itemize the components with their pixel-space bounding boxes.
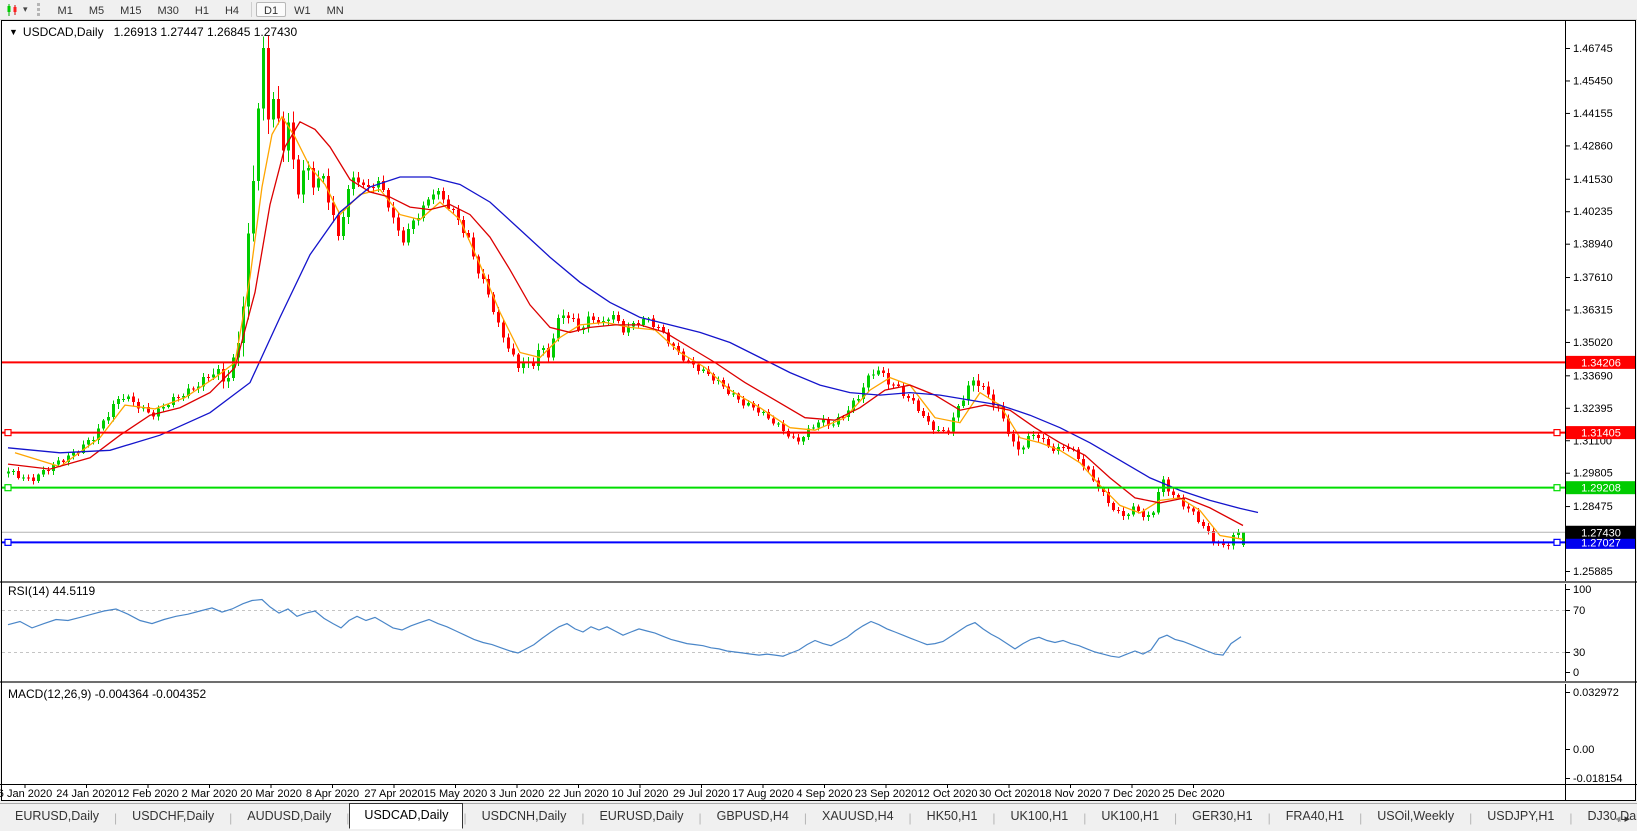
mt4-terminal-window: { "toolbar": { "chart_icon": "candlestic… — [0, 0, 1637, 831]
svg-text:100: 100 — [1573, 584, 1591, 596]
chart-tab-eurusd-daily[interactable]: EURUSD,Daily — [584, 805, 698, 829]
price-badge-1.31405: 1.31405 — [1566, 426, 1636, 440]
chart-tab-fra40-h1[interactable]: FRA40,H1 — [1271, 805, 1359, 829]
svg-text:1.33690: 1.33690 — [1573, 370, 1613, 382]
timeframe-button-mn[interactable]: MN — [319, 2, 352, 17]
chart-title-bar: ▼ USDCAD,Daily 1.26913 1.27447 1.26845 1.2… — [9, 25, 297, 39]
svg-text:1.29208: 1.29208 — [1581, 483, 1621, 495]
timeframe-button-m30[interactable]: M30 — [150, 2, 187, 17]
svg-text:30: 30 — [1573, 647, 1585, 659]
price-badge-1.27430: 1.27430 — [1566, 526, 1636, 540]
tab-scroll-right-icon[interactable]: ▸ — [1624, 813, 1634, 825]
svg-text:27 Apr 2020: 27 Apr 2020 — [364, 788, 423, 800]
svg-text:0.00: 0.00 — [1573, 744, 1594, 756]
svg-text:0: 0 — [1573, 667, 1579, 679]
svg-text:1.25885: 1.25885 — [1573, 566, 1613, 578]
timeframe-button-d1[interactable]: D1 — [256, 2, 286, 17]
svg-text:4 Sep 2020: 4 Sep 2020 — [796, 788, 852, 800]
tab-scroll-arrows[interactable]: ◂▸ — [1615, 812, 1634, 825]
chevron-down-icon: ▾ — [23, 4, 28, 15]
timeframe-button-m5[interactable]: M5 — [81, 2, 112, 17]
chart-tab-eurusd-daily[interactable]: EURUSD,Daily — [0, 805, 114, 829]
svg-text:1.27430: 1.27430 — [1581, 527, 1621, 539]
chart-tab-uk100-h1[interactable]: UK100,H1 — [996, 805, 1084, 829]
svg-text:70: 70 — [1573, 605, 1585, 617]
toolbar-separator — [251, 2, 252, 17]
chart-tab-xauusd-h4[interactable]: XAUUSD,H4 — [807, 805, 909, 829]
svg-text:24 Jan 2020: 24 Jan 2020 — [56, 788, 117, 800]
timeframe-button-h4[interactable]: H4 — [217, 2, 247, 17]
timeframe-button-m15[interactable]: M15 — [112, 2, 149, 17]
collapse-arrow-icon[interactable]: ▼ — [9, 27, 18, 37]
svg-text:7 Dec 2020: 7 Dec 2020 — [1104, 788, 1160, 800]
svg-text:29 Jul 2020: 29 Jul 2020 — [673, 788, 730, 800]
svg-text:8 Apr 2020: 8 Apr 2020 — [306, 788, 359, 800]
timeframe-button-w1[interactable]: W1 — [286, 2, 319, 17]
svg-text:18 Nov 2020: 18 Nov 2020 — [1039, 788, 1101, 800]
svg-text:30 Oct 2020: 30 Oct 2020 — [979, 788, 1039, 800]
timeframe-button-group: M1M5M15M30H1H4 D1W1MN — [50, 2, 352, 17]
svg-text:1.41530: 1.41530 — [1573, 174, 1613, 186]
svg-text:23 Sep 2020: 23 Sep 2020 — [855, 788, 917, 800]
svg-text:1.34206: 1.34206 — [1581, 357, 1621, 369]
chart-type-button[interactable]: ▾ — [2, 2, 31, 18]
chart-tab-usdjpy-h1[interactable]: USDJPY,H1 — [1472, 805, 1569, 829]
svg-text:12 Feb 2020: 12 Feb 2020 — [117, 788, 179, 800]
svg-text:12 Oct 2020: 12 Oct 2020 — [918, 788, 978, 800]
svg-text:25 Dec 2020: 25 Dec 2020 — [1162, 788, 1224, 800]
chart-ohlc-values: 1.26913 1.27447 1.26845 1.27430 — [114, 25, 298, 39]
svg-text:1.28475: 1.28475 — [1573, 501, 1613, 513]
svg-text:22 Jun 2020: 22 Jun 2020 — [548, 788, 609, 800]
timeframe-button-h1[interactable]: H1 — [187, 2, 217, 17]
svg-text:15 May 2020: 15 May 2020 — [424, 788, 488, 800]
chart-tab-usdcad-daily[interactable]: USDCAD,Daily — [349, 803, 463, 829]
svg-text:1.40235: 1.40235 — [1573, 206, 1613, 218]
svg-text:1.36315: 1.36315 — [1573, 305, 1613, 317]
chart-tab-uk100-h1[interactable]: UK100,H1 — [1086, 805, 1174, 829]
svg-text:1.37610: 1.37610 — [1573, 272, 1613, 284]
svg-text:1.44155: 1.44155 — [1573, 108, 1613, 120]
symbol-tab-bar: EURUSD,Daily|USDCHF,Daily|AUDUSD,Daily|U… — [0, 803, 1637, 829]
svg-text:3 Jun 2020: 3 Jun 2020 — [490, 788, 544, 800]
svg-text:1.32395: 1.32395 — [1573, 403, 1613, 415]
svg-text:1.46745: 1.46745 — [1573, 43, 1613, 55]
chart-tab-ger30-h1[interactable]: GER30,H1 — [1177, 805, 1267, 829]
price-badge-1.29208: 1.29208 — [1566, 481, 1636, 495]
svg-text:10 Jul 2020: 10 Jul 2020 — [612, 788, 669, 800]
svg-text:1.31405: 1.31405 — [1581, 428, 1621, 440]
chart-tab-audusd-daily[interactable]: AUDUSD,Daily — [232, 805, 346, 829]
svg-text:6 Jan 2020: 6 Jan 2020 — [0, 788, 52, 800]
candlestick-chart-icon — [5, 3, 21, 17]
chart-stage: 1.46745 1.45450 1.44155 1.42860 1.41530 1.402… — [0, 20, 1637, 801]
chart-tab-usoil-weekly[interactable]: USOil,Weekly — [1362, 805, 1469, 829]
chart-symbol-period: USDCAD,Daily — [23, 25, 104, 39]
price-badge-1.34206: 1.34206 — [1566, 356, 1636, 370]
timeframe-button-m1[interactable]: M1 — [50, 2, 81, 17]
top-toolbar: ▾ M1M5M15M30H1H4 D1W1MN — [0, 0, 1637, 20]
svg-text:2 Mar 2020: 2 Mar 2020 — [182, 788, 238, 800]
svg-text:1.42860: 1.42860 — [1573, 140, 1613, 152]
chart-tab-usdcnh-daily[interactable]: USDCNH,Daily — [467, 805, 582, 829]
svg-text:1.35020: 1.35020 — [1573, 337, 1613, 349]
macd-label: MACD(12,26,9) -0.004364 -0.004352 — [8, 687, 206, 701]
svg-text:1.29805: 1.29805 — [1573, 468, 1613, 480]
chart-tab-hk50-h1[interactable]: HK50,H1 — [912, 805, 993, 829]
svg-text:-0.018154: -0.018154 — [1573, 773, 1623, 785]
chart-tab-usdchf-daily[interactable]: USDCHF,Daily — [117, 805, 229, 829]
svg-text:17 Aug 2020: 17 Aug 2020 — [732, 788, 794, 800]
svg-text:1.38940: 1.38940 — [1573, 239, 1613, 251]
toolbar-grip[interactable] — [37, 3, 44, 16]
rsi-label: RSI(14) 44.5119 — [8, 584, 95, 598]
svg-text:1.45450: 1.45450 — [1573, 75, 1613, 87]
svg-text:0.032972: 0.032972 — [1573, 687, 1619, 699]
chart-tab-gbpusd-h4[interactable]: GBPUSD,H4 — [702, 805, 804, 829]
svg-text:20 Mar 2020: 20 Mar 2020 — [240, 788, 302, 800]
